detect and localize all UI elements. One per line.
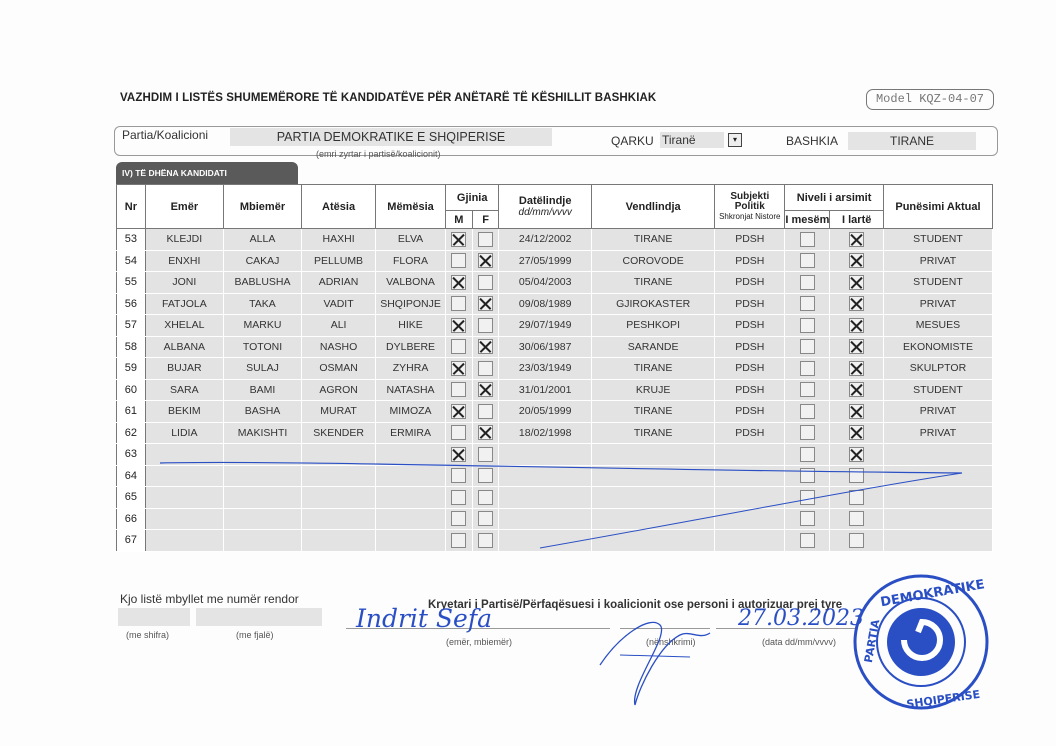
party-stamp: DEMOKRATIKE PARTIA SHQIPERISE [853,574,989,711]
closing-text: Kjo listë mbyllet me numër rendor [120,592,299,606]
fjale-hint: (me fjalë) [236,630,274,640]
name-hint: (emër, mbiemër) [446,637,513,647]
handwritten-name: Indrit Sefa [356,604,492,633]
signature-scribble [599,621,711,706]
date-hint: (data dd/mm/vvvv) [762,637,837,647]
rendor-fjale-field[interactable] [196,608,322,626]
rendor-shifra-field[interactable] [118,608,190,626]
svg-text:SHQIPERISE: SHQIPERISE [906,688,981,711]
shifra-hint: (me shifra) [126,630,170,640]
